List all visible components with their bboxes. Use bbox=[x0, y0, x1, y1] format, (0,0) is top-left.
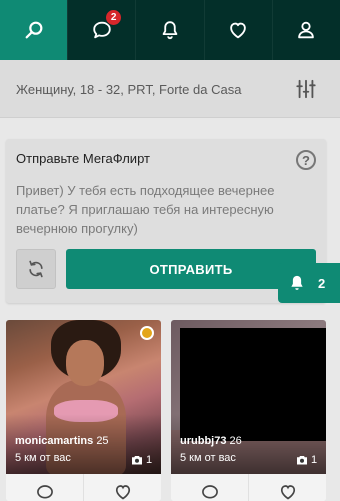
sliders-icon[interactable] bbox=[295, 78, 317, 100]
chat-icon bbox=[36, 485, 53, 499]
bell-icon bbox=[291, 275, 303, 290]
profile-card[interactable]: urubbj73 26 5 км от вас 1 bbox=[171, 320, 326, 501]
nav-favorites[interactable] bbox=[203, 0, 272, 60]
megaflirt-message: Привет) У тебя есть подходящее вечернее … bbox=[16, 183, 275, 236]
megaflirt-title: Отправьте МегаФлирт bbox=[16, 151, 150, 166]
profile-username: urubbj73 bbox=[180, 435, 227, 447]
profile-distance: 5 км от вас bbox=[180, 452, 236, 464]
refresh-icon bbox=[29, 260, 43, 278]
message-button[interactable] bbox=[171, 474, 249, 501]
nav-search[interactable] bbox=[0, 0, 68, 60]
like-button[interactable] bbox=[249, 474, 326, 501]
heart-icon bbox=[280, 485, 295, 500]
notification-count: 2 bbox=[318, 275, 326, 291]
profile-username: monicamartins bbox=[15, 435, 94, 447]
message-button[interactable] bbox=[6, 474, 84, 501]
camera-icon bbox=[297, 456, 307, 465]
online-indicator bbox=[140, 326, 154, 340]
photo-count: 1 bbox=[146, 454, 153, 466]
nav-profile[interactable] bbox=[271, 0, 340, 60]
top-nav: 2 bbox=[0, 0, 340, 60]
heart-icon bbox=[230, 22, 246, 39]
bell-icon bbox=[162, 21, 178, 40]
search-icon bbox=[25, 21, 43, 39]
profile-photo[interactable]: urubbj73 26 5 км от вас 1 bbox=[171, 320, 326, 474]
nav-messages[interactable]: 2 bbox=[67, 0, 136, 60]
nav-notifications[interactable] bbox=[135, 0, 204, 60]
search-filter-bar[interactable]: Женщину, 18 - 32, PRT, Forte da Casa bbox=[0, 60, 340, 118]
filter-summary: Женщину, 18 - 32, PRT, Forte da Casa bbox=[16, 82, 242, 97]
chat-icon bbox=[201, 485, 218, 499]
profile-distance: 5 км от вас bbox=[15, 452, 71, 464]
photo-count: 1 bbox=[311, 454, 318, 466]
camera-icon bbox=[132, 456, 142, 465]
messages-badge: 2 bbox=[105, 9, 123, 26]
profile-card[interactable]: monicamartins 25 5 км от вас 1 bbox=[6, 320, 161, 501]
profile-age: 26 bbox=[229, 435, 242, 447]
help-icon[interactable]: ? bbox=[296, 150, 316, 170]
notification-tab[interactable]: 2 bbox=[278, 263, 340, 303]
heart-icon bbox=[115, 485, 130, 500]
profile-age: 25 bbox=[96, 435, 109, 447]
user-icon bbox=[298, 21, 315, 39]
like-button[interactable] bbox=[84, 474, 161, 501]
refresh-message-button[interactable] bbox=[16, 249, 56, 289]
profile-photo[interactable]: monicamartins 25 5 км от вас 1 bbox=[6, 320, 161, 474]
